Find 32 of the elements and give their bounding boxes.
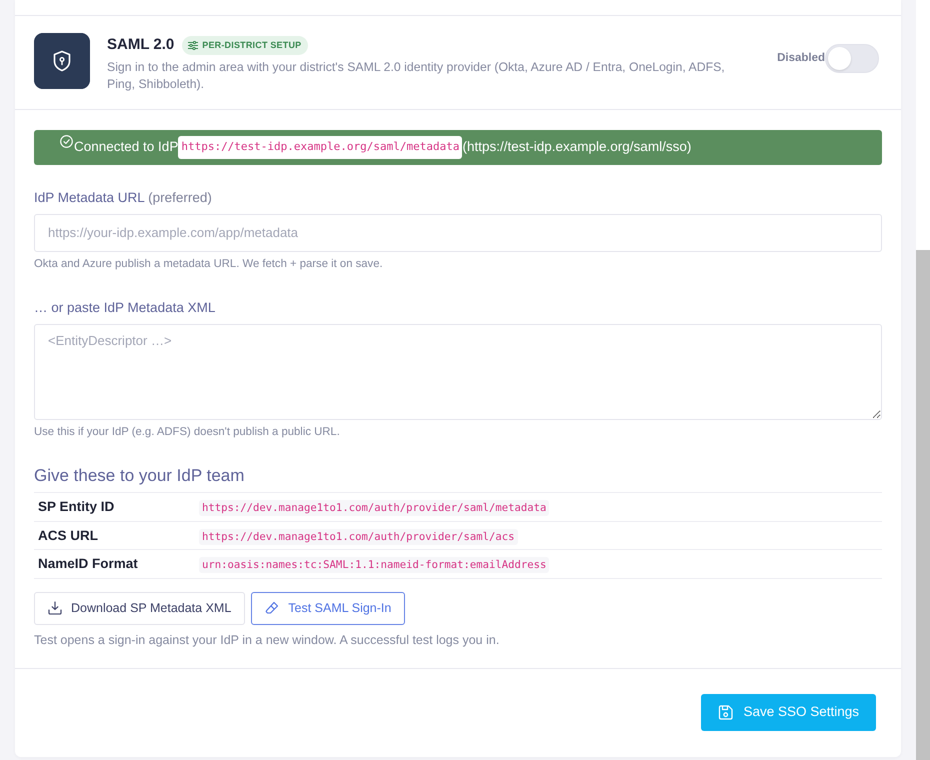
field-label: … or paste IdP Metadata XML [34,300,216,315]
provider-description: Sign in to the admin area with your district's SAML 2.0 identity provider (Okta, Azure AD / Entra, OneLogin, ADFS, Ping, Shibboleth). [107,58,726,94]
test-help-text: Test opens a sign-in against your IdP in a new window. A successful test logs you in. [34,632,500,649]
xml-textarea[interactable]: <EntityDescriptor …> [34,324,882,420]
field-label: IdP Metadata URL [34,190,144,205]
url-input-field[interactable]: https://your-idp.example.com/app/metadata [34,214,882,252]
section-heading: Give these to your IdP team [34,466,246,486]
code-value: urn:oasis:names:tc:SAML:1.1:nameid-format:emailAddress [199,557,550,574]
shield-icon [34,33,90,89]
row-label: SP Entity ID [37,498,116,516]
code-value: https://dev.manage1to1.com/auth/provider/saml/metadata [199,500,550,516]
row-label: NameID Format [37,555,139,574]
enable-switch[interactable] [825,44,879,73]
check-circle-icon [60,135,73,148]
save-button[interactable]: Save SSO Settings [701,694,876,731]
toggle-label: Disabled [777,50,825,66]
field-help-text: Use this if your IdP (e.g. ADFS) doesn't publish a public URL. [34,425,341,440]
provider-title: SAML 2.0 [107,35,174,55]
code-value: https://dev.manage1to1.com/auth/provider/saml/acs [199,528,518,545]
badge-label: PER-DISTRICT SETUP [202,38,302,52]
scrollbar-thumb[interactable] [916,250,930,760]
field-note: (preferred) [148,190,212,205]
row-label: ACS URL [37,526,99,545]
status-text: Connected to IdP [74,138,178,156]
download-icon [48,601,62,616]
download-button[interactable]: Download SP Metadata XML [34,592,246,625]
sso-url-text: (https://test-idp.example.org/saml/sso) [462,138,692,156]
field-help-text: Okta and Azure publish a metadata URL. We fetch + parse it on save. [34,256,384,272]
sliders-icon [188,40,198,50]
eraser-icon [265,601,280,616]
test-sign-in-button[interactable]: Test SAML Sign-In [251,592,406,625]
idp-entity-code: https://test-idp.example.org/saml/metadata [178,136,462,159]
